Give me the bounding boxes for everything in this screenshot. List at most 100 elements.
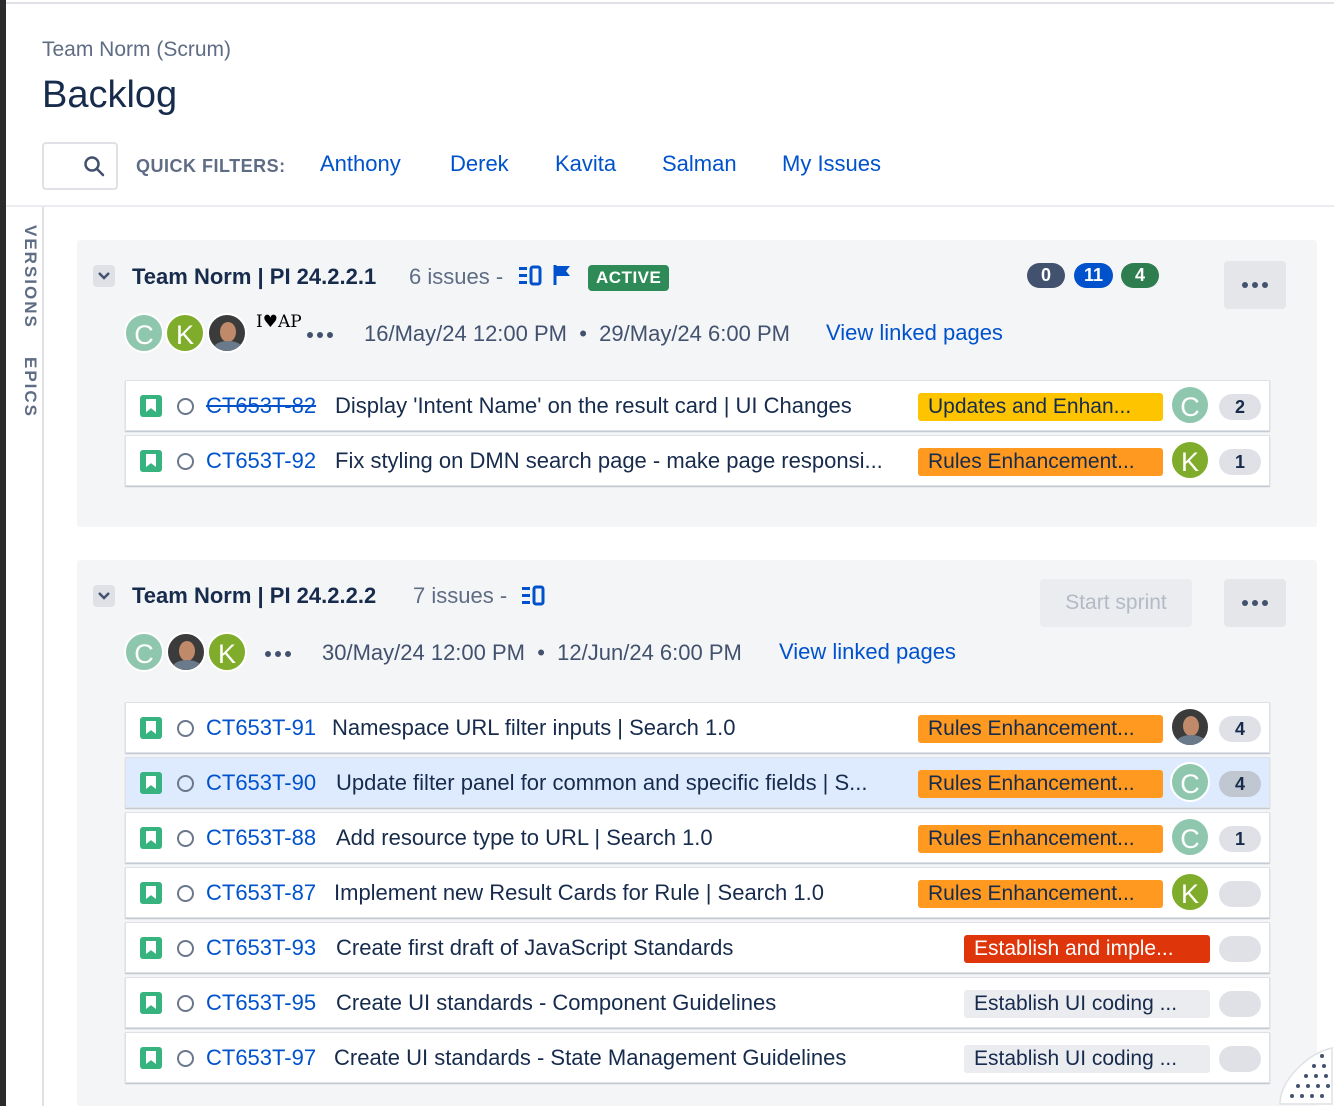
avatar[interactable] [207,313,247,353]
sprint-name: Team Norm | PI 24.2.2.1 [132,264,377,289]
tab-epics[interactable]: EPICS [20,357,40,418]
issue-key[interactable]: CT653T-88 [206,825,316,851]
todo-count-badge: 0 [1027,263,1065,288]
issue-row[interactable]: CT653T-95 Create UI standards - Componen… [125,977,1270,1028]
epic-lozenge[interactable]: Rules Enhancement... [918,770,1163,798]
story-points-badge: 4 [1219,716,1261,742]
status-icon [177,1050,194,1067]
avatar[interactable]: K [165,313,205,353]
issue-row[interactable]: CT653T-93 Create first draft of JavaScri… [125,922,1270,973]
story-points-badge: 1 [1219,449,1261,475]
epic-lozenge[interactable]: Rules Enhancement... [918,448,1163,476]
more-assignees-icon[interactable] [265,651,291,657]
more-icon [1242,600,1248,606]
epic-lozenge[interactable]: Updates and Enhan... [918,393,1163,421]
story-icon [140,1047,162,1069]
issue-row[interactable]: CT653T-92 Fix styling on DMN search page… [125,435,1270,486]
collapse-sprint-button[interactable] [93,265,115,287]
assignee-avatar[interactable]: K [1170,440,1210,480]
quick-filter-salman[interactable]: Salman [662,151,737,177]
epic-lozenge[interactable]: Establish UI coding ... [964,990,1210,1018]
epic-lozenge[interactable]: Establish and imple... [964,935,1210,963]
quick-filter-kavita[interactable]: Kavita [555,151,616,177]
top-divider [6,0,1334,4]
assignee-avatar[interactable]: K [1170,872,1210,912]
issue-key[interactable]: CT653T-87 [206,880,316,906]
sprint-container: Team Norm | PI 24.2.2.2 7 issues - Start… [77,560,1317,1106]
avatar[interactable]: C [124,313,164,353]
sprint-more-button[interactable] [1224,579,1286,627]
status-icon [177,720,194,737]
issue-row[interactable]: CT653T-88 Add resource type to URL | Sea… [125,812,1270,863]
issue-key[interactable]: CT653T-97 [206,1045,316,1071]
sprint-start-date: 30/May/24 12:00 PM [322,640,526,665]
collapse-sprint-button[interactable] [93,585,115,607]
header-divider [6,205,1334,207]
issue-row[interactable]: CT653T-91 Namespace URL filter inputs | … [125,702,1270,753]
more-icon [1242,282,1248,288]
sprint-name: Team Norm | PI 24.2.2.2 [132,583,377,608]
sprint-end-date: 12/Jun/24 6:00 PM [557,640,742,665]
start-sprint-button[interactable]: Start sprint [1040,579,1192,627]
issue-summary: Add resource type to URL | Search 1.0 [336,825,713,850]
story-icon [140,717,162,739]
view-linked-pages-link[interactable]: View linked pages [779,639,956,665]
view-linked-pages-link[interactable]: View linked pages [826,320,1003,346]
issue-count-text: 6 issues [409,264,490,289]
status-icon [177,885,194,902]
avatar[interactable]: K [207,632,247,672]
story-icon [140,937,162,959]
assignee-avatar[interactable]: C [1170,762,1210,802]
epic-lozenge[interactable]: Rules Enhancement... [918,825,1163,853]
avatar[interactable] [166,632,206,672]
done-count-badge: 4 [1121,263,1159,288]
quick-filter-anthony[interactable]: Anthony [320,151,401,177]
avatar[interactable]: I♥AP [256,313,302,353]
issue-count-text: 7 issues [413,583,494,608]
epic-lozenge[interactable]: Establish UI coding ... [964,1045,1210,1073]
issue-summary: Update filter panel for common and speci… [336,770,868,795]
breadcrumb[interactable]: Team Norm (Scrum) [42,38,231,62]
tab-versions[interactable]: VERSIONS [20,225,40,329]
story-points-badge [1219,991,1261,1017]
issue-key[interactable]: CT653T-82 [206,393,316,419]
sprint-more-button[interactable] [1224,261,1286,309]
assignee-avatar[interactable]: C [1170,385,1210,425]
sprint-status-badge: ACTIVE [588,265,670,291]
quick-filter-derek[interactable]: Derek [450,151,509,177]
issue-row[interactable]: CT653T-97 Create UI standards - State Ma… [125,1032,1270,1083]
status-icon [177,398,194,415]
sprint-dates: 16/May/24 12:00 PM • 29/May/24 6:00 PM [364,321,790,346]
story-icon [140,882,162,904]
status-icon [177,453,194,470]
issue-summary: Create UI standards - Component Guidelin… [336,990,777,1015]
story-icon [140,395,162,417]
story-icon [140,992,162,1014]
flag-icon[interactable] [553,264,571,286]
story-icon [140,450,162,472]
in-progress-count-badge: 11 [1074,263,1114,288]
more-assignees-icon[interactable] [307,332,333,338]
issue-row[interactable]: CT653T-87 Implement new Result Cards for… [125,867,1270,918]
issue-key[interactable]: CT653T-95 [206,990,316,1016]
quick-filter-my-issues[interactable]: My Issues [782,151,881,177]
epic-lozenge[interactable]: Rules Enhancement... [918,880,1163,908]
issue-key[interactable]: CT653T-92 [206,448,316,474]
issue-row[interactable]: CT653T-90 Update filter panel for common… [125,757,1270,808]
search-input[interactable] [42,142,118,190]
board-icon[interactable] [521,585,545,607]
sprint-start-date: 16/May/24 12:00 PM [364,321,568,346]
chevron-down-icon [98,592,110,600]
assignee-avatar[interactable] [1170,707,1210,747]
avatar[interactable]: C [124,632,164,672]
issue-row[interactable]: CT653T-82 Display 'Intent Name' on the r… [125,380,1270,431]
issue-key[interactable]: CT653T-93 [206,935,316,961]
board-icon[interactable] [518,265,542,287]
sprint-dates: 30/May/24 12:00 PM • 12/Jun/24 6:00 PM [322,640,742,665]
epic-lozenge[interactable]: Rules Enhancement... [918,715,1163,743]
issue-key[interactable]: CT653T-90 [206,770,316,796]
assignee-avatar[interactable]: C [1170,817,1210,857]
story-points-badge: 4 [1219,771,1261,797]
resize-handle-icon[interactable] [1278,1046,1334,1106]
issue-key[interactable]: CT653T-91 [206,715,316,741]
